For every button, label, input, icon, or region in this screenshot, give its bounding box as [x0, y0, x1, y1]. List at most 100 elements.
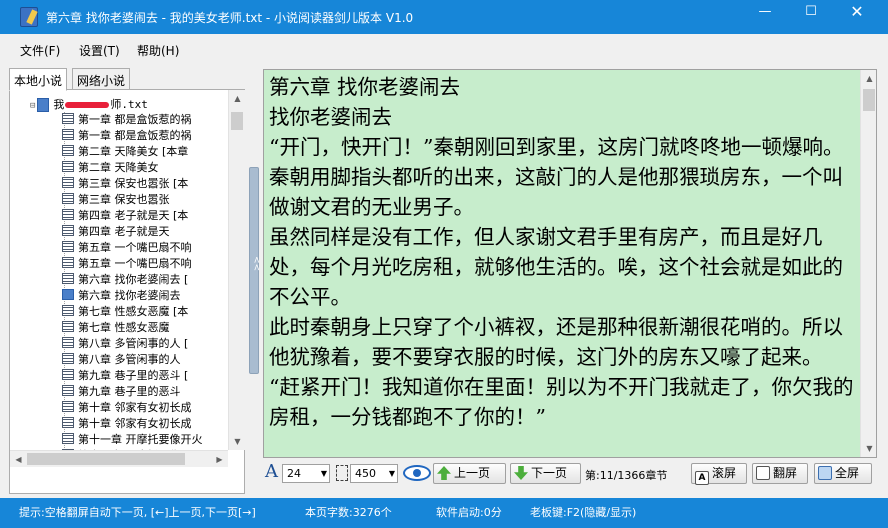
chapter-label: 第九章 巷子里的恶斗 [ — [78, 369, 189, 382]
chapter-item[interactable]: 第一章 都是盒饭惹的祸 — [62, 128, 192, 144]
next-page-label: 下一页 — [531, 466, 568, 480]
flip-mode-button[interactable]: 翻屏 — [752, 463, 808, 484]
chapter-item[interactable]: 第三章 保安也嚣张 [本 — [62, 176, 188, 192]
font-size-icon: A — [265, 461, 278, 482]
tab-local-novels[interactable]: 本地小说 — [9, 68, 68, 91]
scroll-mode-button[interactable]: A 滚屏 — [691, 463, 747, 485]
scroll-mode-icon: A — [695, 471, 709, 485]
collapse-icon[interactable]: ⊟ — [30, 101, 35, 111]
document-icon — [62, 145, 74, 156]
chapter-item[interactable]: 第四章 老子就是天 [本 — [62, 208, 188, 224]
chapter-item[interactable]: 第七章 性感女恶魔 — [62, 320, 170, 336]
menu-help[interactable]: 帮助(H) — [137, 42, 179, 59]
scroll-down-arrow-icon[interactable]: ▼ — [229, 433, 246, 450]
prev-page-button[interactable]: 上一页 — [433, 463, 506, 484]
chapter-item[interactable]: 第六章 找你老婆闹去 [ — [62, 272, 188, 288]
tree-vscroll-thumb[interactable] — [231, 112, 243, 130]
line-width-select[interactable]: 450 ▼ — [350, 464, 398, 483]
document-icon — [62, 241, 74, 252]
document-icon — [62, 401, 74, 412]
document-icon — [62, 305, 74, 316]
chapter-item[interactable]: 第九章 巷子里的恶斗 — [62, 384, 181, 400]
document-icon — [62, 273, 74, 284]
app-icon — [20, 7, 38, 27]
dropdown-arrow-icon: ▼ — [320, 469, 327, 478]
chapter-label: 第二章 天降美女 [本章 — [78, 145, 189, 158]
document-icon — [62, 353, 74, 364]
menu-settings[interactable]: 设置(T) — [79, 42, 120, 59]
tree-hscroll-thumb[interactable] — [27, 453, 185, 465]
dropdown-arrow-icon: ▼ — [388, 469, 395, 478]
document-icon — [62, 193, 74, 204]
chapter-item[interactable]: 第二章 天降美女 [本章 — [62, 144, 188, 160]
chapter-tree-panel: ⊟ 我 师.txt 第一章 都是盒饭惹的祸 第一章 都是盒饭惹的祸 第二章 天降美女 [… — [9, 89, 245, 494]
close-button[interactable]: ✕ — [834, 0, 880, 26]
chapter-item[interactable]: 第五章 一个嘴巴扇不响 — [62, 256, 192, 272]
chapter-label: 第三章 保安也嚣张 — [78, 193, 170, 206]
current-chapter-icon — [62, 289, 74, 300]
scroll-up-arrow-icon[interactable]: ▲ — [229, 90, 246, 107]
chapter-label: 第五章 一个嘴巴扇不响 — [78, 257, 192, 270]
fullscreen-label: 全屏 — [835, 466, 860, 480]
status-char-count: 本页字数:3276个 — [305, 506, 392, 519]
chapter-label: 第五章 一个嘴巴扇不响 — [78, 241, 192, 254]
document-icon — [62, 209, 74, 220]
document-icon — [62, 337, 74, 348]
reader-vertical-scrollbar[interactable]: ▲ ▼ — [860, 70, 876, 457]
chapter-item[interactable]: 第七章 性感女恶魔 [本 — [62, 304, 188, 320]
document-icon — [62, 113, 74, 124]
tree-root-file[interactable]: ⊟ 我 师.txt — [30, 96, 148, 112]
scroll-left-arrow-icon[interactable]: ◀ — [10, 451, 27, 468]
text-paragraph: 找你老婆闹去 — [269, 105, 392, 129]
prev-page-label: 上一页 — [454, 466, 491, 480]
title-bar: 第六章 找你老婆闹去 - 我的美女老师.txt - 小说阅读器剑儿版本 V1.0… — [0, 0, 888, 34]
reader-toolbar: A 24 ▼ 450 ▼ 上一页 下一页 第:11/1366章节 A 滚屏 翻屏 全屏 — [263, 460, 877, 488]
chapter-label: 第十章 邻家有女初长成 — [78, 417, 192, 430]
document-icon — [62, 257, 74, 268]
reader-scroll-up-icon[interactable]: ▲ — [861, 70, 876, 87]
tree-vertical-scrollbar[interactable]: ▲ ▼ — [228, 90, 245, 450]
chapter-item[interactable]: 第二章 天降美女 — [62, 160, 159, 176]
document-icon — [62, 369, 74, 380]
chapter-item[interactable]: 第四章 老子就是天 — [62, 224, 170, 240]
chapter-item[interactable]: 第六章 找你老婆闹去 — [62, 288, 181, 304]
chapter-item[interactable]: 第十章 邻家有女初长成 — [62, 416, 192, 432]
status-startup-time: 软件启动:0分 — [436, 506, 502, 519]
chapter-label: 第二章 天降美女 — [78, 161, 159, 174]
redaction-mark — [65, 102, 110, 108]
chapter-item[interactable]: 第五章 一个嘴巴扇不响 — [62, 240, 192, 256]
reader-scroll-down-icon[interactable]: ▼ — [861, 440, 876, 457]
maximize-button[interactable]: ☐ — [788, 0, 834, 26]
status-boss-key: 老板键:F2(隐藏/显示) — [530, 506, 637, 519]
chapter-item[interactable]: 第十章 邻家有女初长成 — [62, 400, 192, 416]
minimize-button[interactable]: — — [742, 0, 788, 26]
document-icon — [62, 417, 74, 428]
chapter-label: 第六章 找你老婆闹去 — [78, 289, 181, 302]
font-size-select[interactable]: 24 ▼ — [282, 464, 330, 483]
chapter-label: 第九章 巷子里的恶斗 — [78, 385, 181, 398]
chapter-item[interactable]: 第一章 都是盒饭惹的祸 — [62, 112, 192, 128]
panel-splitter[interactable]: << — [249, 167, 261, 374]
menu-file[interactable]: 文件(F) — [20, 42, 60, 59]
down-arrow-icon — [514, 466, 528, 480]
window-title: 第六章 找你老婆闹去 - 我的美女老师.txt - 小说阅读器剑儿版本 V1.0 — [46, 11, 414, 25]
document-icon — [62, 225, 74, 236]
menu-bar: 文件(F) 设置(T) 帮助(H) — [0, 34, 888, 64]
tree-horizontal-scrollbar[interactable]: ◀ ▶ — [10, 450, 228, 467]
fullscreen-button[interactable]: 全屏 — [814, 463, 872, 484]
tab-online-novels[interactable]: 网络小说 — [72, 68, 131, 90]
chapter-item[interactable]: 第八章 多管闲事的人 — [62, 352, 181, 368]
scroll-right-arrow-icon[interactable]: ▶ — [211, 451, 228, 468]
tree-root-suffix: 师.txt — [110, 98, 148, 111]
next-page-button[interactable]: 下一页 — [510, 463, 581, 484]
eye-care-icon[interactable] — [403, 465, 431, 481]
reading-pane[interactable]: 第六章 找你老婆闹去 找你老婆闹去 “开门，快开门！”秦朝刚回到家里，这房门就咚咚… — [263, 69, 877, 458]
chapter-item[interactable]: 第十一章 开摩托要像开火 — [62, 432, 203, 448]
chapter-item[interactable]: 第八章 多管闲事的人 [ — [62, 336, 188, 352]
document-icon — [62, 321, 74, 332]
chapter-item[interactable]: 第三章 保安也嚣张 — [62, 192, 170, 208]
reader-vscroll-thumb[interactable] — [863, 89, 875, 111]
chapter-item[interactable]: 第九章 巷子里的恶斗 [ — [62, 368, 188, 384]
chapter-label: 第一章 都是盒饭惹的祸 — [78, 129, 192, 142]
chapter-label: 第十章 邻家有女初长成 — [78, 401, 192, 414]
